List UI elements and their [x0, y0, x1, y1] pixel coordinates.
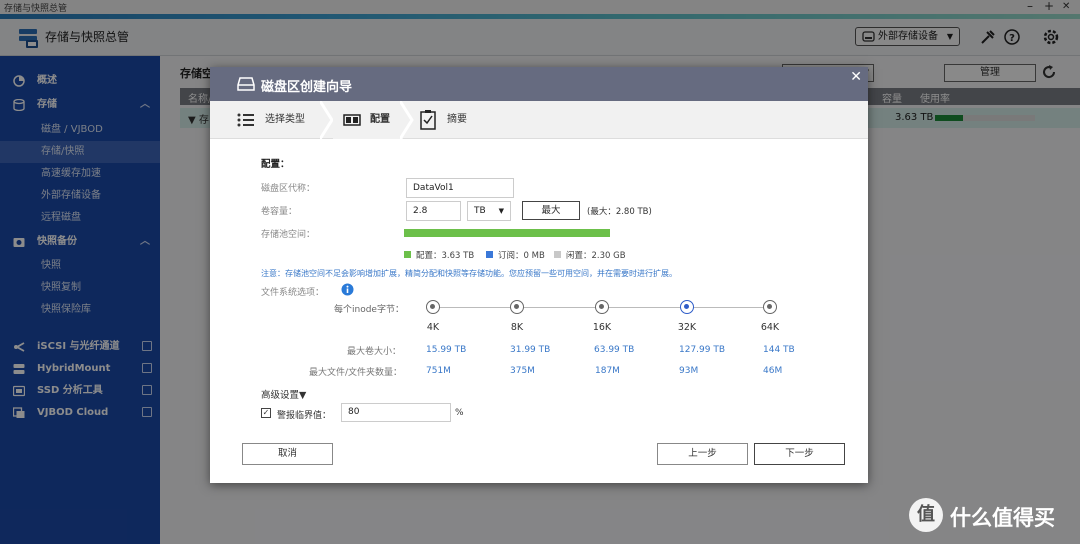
step-select-type: 选择类型 [210, 101, 330, 139]
max-files-value: 187M [595, 366, 620, 376]
close-icon[interactable]: ✕ [850, 69, 862, 85]
summary-icon [420, 110, 436, 130]
chevron-down-icon: ▼ [498, 207, 504, 215]
capacity-label: 卷容量： [261, 207, 298, 217]
max-button[interactable]: 最大 [522, 201, 580, 220]
legend-idle: 闲置：2.30 GB [566, 251, 626, 261]
capacity-unit-select[interactable]: TB ▼ [467, 201, 511, 221]
step-arrow-icon [400, 101, 414, 139]
advanced-settings-toggle[interactable]: 高级设置▼ [261, 387, 306, 401]
max-note: (最大：2.80 TB) [587, 207, 652, 217]
alert-unit: % [455, 408, 464, 418]
info-icon[interactable] [341, 283, 354, 296]
step-label: 配置 [370, 114, 390, 125]
legend-swatch-config [404, 251, 411, 258]
pool-warning-note: 注意：存储池空间不足会影响增加扩展，精简分配和快照等存储功能。您应预留一些可用空… [261, 269, 677, 278]
pool-legend: 配置：3.63 TB 订阅：0 MB 闲置：2.30 GB [404, 249, 664, 261]
inode-radio-16k[interactable] [595, 300, 609, 314]
inode-option-label: 4K [426, 322, 440, 333]
max-files-value: 375M [510, 366, 535, 376]
inode-option-label: 64K [760, 322, 780, 333]
legend-subscribed: 订阅：0 MB [498, 251, 545, 261]
max-volume-value: 31.99 TB [510, 345, 551, 355]
inode-option-label: 32K [677, 322, 697, 333]
max-volume-value: 63.99 TB [594, 345, 635, 355]
step-label: 摘要 [447, 114, 467, 125]
step-configure: 配置 [333, 101, 403, 139]
volume-config-icon [343, 114, 361, 126]
alias-input[interactable]: DataVol1 [406, 178, 514, 198]
pool-bar-fill [404, 229, 610, 237]
previous-button[interactable]: 上一步 [657, 443, 748, 465]
pool-bar [404, 229, 610, 237]
list-icon [237, 113, 254, 127]
max-volume-value: 144 TB [763, 345, 795, 355]
cancel-button[interactable]: 取消 [242, 443, 333, 465]
alert-checkbox[interactable]: ✓ [261, 408, 271, 418]
inode-radio-32k[interactable] [680, 300, 694, 314]
inode-option-label: 8K [510, 322, 524, 333]
legend-swatch-subscribed [486, 251, 493, 258]
step-label: 选择类型 [265, 114, 305, 125]
inode-radio-8k[interactable] [510, 300, 524, 314]
volume-wizard-dialog: 磁盘区创建向导 ✕ 选择类型 配置 摘要 配置： 磁盘区代称： DataVol1… [210, 67, 868, 483]
next-button[interactable]: 下一步 [754, 443, 845, 465]
max-files-value: 93M [679, 366, 699, 376]
watermark-text: 什么值得买 [950, 506, 1055, 530]
step-arrow-icon [320, 101, 334, 139]
step-summary: 摘要 [414, 101, 494, 139]
max-files-label: 最大文件/文件夹数量： [309, 368, 403, 378]
wizard-steps: 选择类型 配置 摘要 [210, 101, 868, 139]
section-title: 配置： [261, 159, 290, 170]
legend-swatch-idle [554, 251, 561, 258]
inode-radio-4k[interactable] [426, 300, 440, 314]
alias-label: 磁盘区代称： [261, 184, 316, 194]
max-volume-value: 15.99 TB [426, 345, 467, 355]
inode-radio-64k[interactable] [763, 300, 777, 314]
fs-options-label: 文件系统选项： [261, 288, 325, 298]
max-volume-value: 127.99 TB [679, 345, 726, 355]
drive-icon [237, 77, 255, 91]
inode-label: 每个inode字节： [334, 305, 404, 315]
inode-option-label: 16K [592, 322, 612, 333]
max-files-value: 751M [426, 366, 451, 376]
max-volume-label: 最大卷大小： [347, 347, 402, 357]
pool-label: 存储池空间： [261, 230, 316, 240]
dialog-header: 磁盘区创建向导 ✕ [210, 67, 868, 101]
alert-threshold-input[interactable]: 80 [341, 403, 451, 422]
max-files-value: 46M [763, 366, 783, 376]
capacity-input[interactable]: 2.8 [406, 201, 461, 221]
dialog-title: 磁盘区创建向导 [261, 80, 353, 95]
legend-config: 配置：3.63 TB [416, 251, 475, 261]
unit-label: TB [474, 206, 486, 216]
watermark-logo: 值 [909, 498, 943, 532]
alert-label: 警报临界值： [277, 411, 332, 421]
